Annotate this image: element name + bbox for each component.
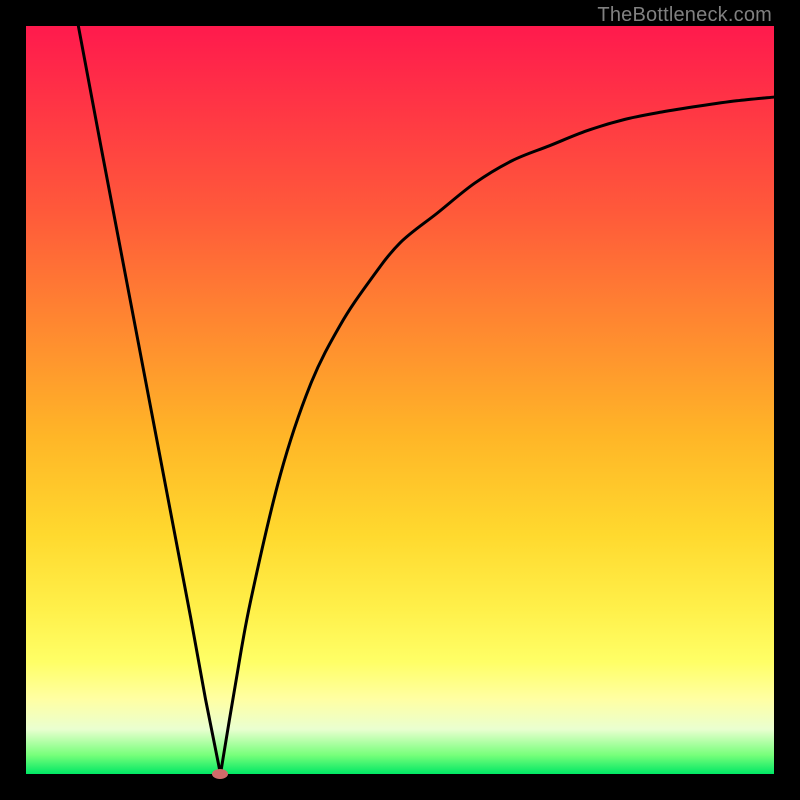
minimum-marker	[212, 769, 228, 779]
plot-area	[26, 26, 774, 774]
curve-svg	[26, 26, 774, 774]
chart-container: TheBottleneck.com	[0, 0, 800, 800]
watermark-text: TheBottleneck.com	[597, 4, 772, 27]
bottleneck-curve-path	[78, 26, 774, 774]
